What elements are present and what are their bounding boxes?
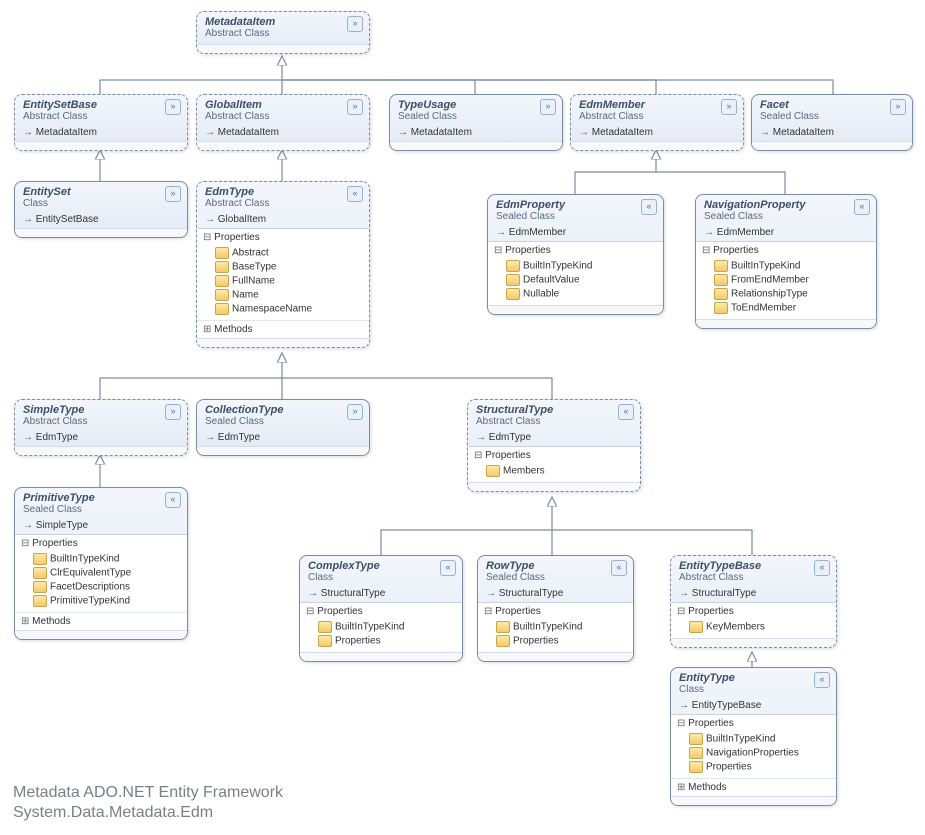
resize-handle[interactable] <box>15 630 187 639</box>
properties-section[interactable]: Properties <box>677 718 734 729</box>
collapse-icon[interactable]: « <box>347 186 363 202</box>
properties-section[interactable]: Properties <box>306 606 363 617</box>
caption-line-2: System.Data.Metadata.Edm <box>13 803 283 823</box>
resize-handle[interactable] <box>671 796 836 805</box>
properties-section[interactable]: Properties <box>702 245 759 256</box>
resize-handle[interactable] <box>197 446 369 455</box>
property-item[interactable]: FromEndMember <box>714 273 870 287</box>
expand-icon[interactable]: » <box>890 99 906 115</box>
resize-handle[interactable] <box>15 446 187 455</box>
property-item[interactable]: Properties <box>689 760 830 774</box>
resize-handle[interactable] <box>197 44 369 53</box>
resize-handle[interactable] <box>197 338 369 347</box>
collapse-icon[interactable]: « <box>641 199 657 215</box>
class-edmmember[interactable]: EdmMemberAbstract Class» MetadataItem <box>570 94 744 151</box>
property-item[interactable]: Nullable <box>506 287 657 301</box>
class-typeusage[interactable]: TypeUsageSealed Class» MetadataItem <box>389 94 563 151</box>
methods-section[interactable]: Methods <box>677 782 727 793</box>
resize-handle[interactable] <box>300 652 462 661</box>
property-item[interactable]: BuiltInTypeKind <box>714 259 870 273</box>
expand-icon[interactable]: » <box>165 99 181 115</box>
property-item[interactable]: BuiltInTypeKind <box>33 552 181 566</box>
class-entitytypebase[interactable]: EntityTypeBaseAbstract Class« Structural… <box>670 555 837 648</box>
property-item[interactable]: BuiltInTypeKind <box>318 620 456 634</box>
property-item[interactable]: PrimitiveTypeKind <box>33 594 181 608</box>
collapse-icon[interactable]: « <box>165 492 181 508</box>
resize-handle[interactable] <box>488 305 663 314</box>
resize-handle[interactable] <box>15 228 187 237</box>
property-item[interactable]: ToEndMember <box>714 301 870 315</box>
property-item[interactable]: Name <box>215 288 363 302</box>
collapse-icon[interactable]: « <box>618 404 634 420</box>
class-edmtype[interactable]: EdmTypeAbstract Class« GlobalItem Proper… <box>196 181 370 348</box>
resize-handle[interactable] <box>468 482 640 491</box>
expand-icon[interactable]: » <box>540 99 556 115</box>
class-globalitem[interactable]: GlobalItemAbstract Class» MetadataItem <box>196 94 370 151</box>
resize-handle[interactable] <box>696 319 876 328</box>
property-item[interactable]: BuiltInTypeKind <box>506 259 657 273</box>
resize-handle[interactable] <box>571 141 743 150</box>
class-metadataitem[interactable]: MetadataItemAbstract Class» <box>196 11 370 54</box>
property-item[interactable]: FullName <box>215 274 363 288</box>
class-title: MetadataItem <box>205 16 361 28</box>
property-item[interactable]: RelationshipType <box>714 287 870 301</box>
property-item[interactable]: Abstract <box>215 246 363 260</box>
class-simpletype[interactable]: SimpleTypeAbstract Class» EdmType <box>14 399 188 456</box>
expand-icon[interactable]: » <box>165 404 181 420</box>
property-item[interactable]: BuiltInTypeKind <box>496 620 627 634</box>
property-item[interactable]: DefaultValue <box>506 273 657 287</box>
class-collectiontype[interactable]: CollectionTypeSealed Class» EdmType <box>196 399 370 456</box>
property-item[interactable]: NamespaceName <box>215 302 363 316</box>
class-entitysetbase[interactable]: EntitySetBaseAbstract Class» MetadataIte… <box>14 94 188 151</box>
collapse-icon[interactable]: « <box>854 199 870 215</box>
resize-handle[interactable] <box>478 652 633 661</box>
class-edmproperty[interactable]: EdmPropertySealed Class« EdmMember Prope… <box>487 194 664 315</box>
class-primitivetype[interactable]: PrimitiveTypeSealed Class« SimpleType Pr… <box>14 487 188 640</box>
property-item[interactable]: ClrEquivalentType <box>33 566 181 580</box>
class-navigationproperty[interactable]: NavigationPropertySealed Class« EdmMembe… <box>695 194 877 329</box>
collapse-icon[interactable]: « <box>814 672 830 688</box>
resize-handle[interactable] <box>15 141 187 150</box>
class-complextype[interactable]: ComplexTypeClass« StructuralType Propert… <box>299 555 463 662</box>
resize-handle[interactable] <box>390 141 562 150</box>
properties-section[interactable]: Properties <box>484 606 541 617</box>
resize-handle[interactable] <box>752 141 912 150</box>
class-facet[interactable]: FacetSealed Class» MetadataItem <box>751 94 913 151</box>
methods-section[interactable]: Methods <box>203 324 253 335</box>
collapse-icon[interactable]: « <box>611 560 627 576</box>
class-kind: Abstract Class <box>205 28 361 39</box>
properties-section[interactable]: Properties <box>21 538 78 549</box>
properties-section[interactable]: Properties <box>494 245 551 256</box>
class-entityset[interactable]: EntitySetClass» EntitySetBase <box>14 181 188 238</box>
class-entitytype[interactable]: EntityTypeClass« EntityTypeBase Properti… <box>670 667 837 806</box>
base-class: MetadataItem <box>15 127 187 141</box>
property-item[interactable]: BaseType <box>215 260 363 274</box>
properties-section[interactable]: Properties <box>203 232 260 243</box>
collapse-icon[interactable]: « <box>814 560 830 576</box>
class-rowtype[interactable]: RowTypeSealed Class« StructuralType Prop… <box>477 555 634 662</box>
properties-section[interactable]: Properties <box>677 606 734 617</box>
expand-icon[interactable]: » <box>347 404 363 420</box>
collapse-icon[interactable]: « <box>440 560 456 576</box>
properties-section[interactable]: Properties <box>474 450 531 461</box>
expand-icon[interactable]: » <box>347 99 363 115</box>
property-item[interactable]: KeyMembers <box>689 620 830 634</box>
diagram-caption: Metadata ADO.NET Entity Framework System… <box>13 783 283 823</box>
resize-handle[interactable] <box>197 141 369 150</box>
expand-icon[interactable]: » <box>721 99 737 115</box>
property-item[interactable]: Properties <box>318 634 456 648</box>
property-item[interactable]: NavigationProperties <box>689 746 830 760</box>
methods-section[interactable]: Methods <box>21 616 71 627</box>
expand-icon[interactable]: » <box>347 16 363 32</box>
resize-handle[interactable] <box>671 638 836 647</box>
caption-line-1: Metadata ADO.NET Entity Framework <box>13 783 283 803</box>
expand-icon[interactable]: » <box>165 186 181 202</box>
property-item[interactable]: Members <box>486 464 634 478</box>
property-item[interactable]: BuiltInTypeKind <box>689 732 830 746</box>
class-structuraltype[interactable]: StructuralTypeAbstract Class« EdmType Pr… <box>467 399 641 492</box>
property-item[interactable]: Properties <box>496 634 627 648</box>
property-item[interactable]: FacetDescriptions <box>33 580 181 594</box>
